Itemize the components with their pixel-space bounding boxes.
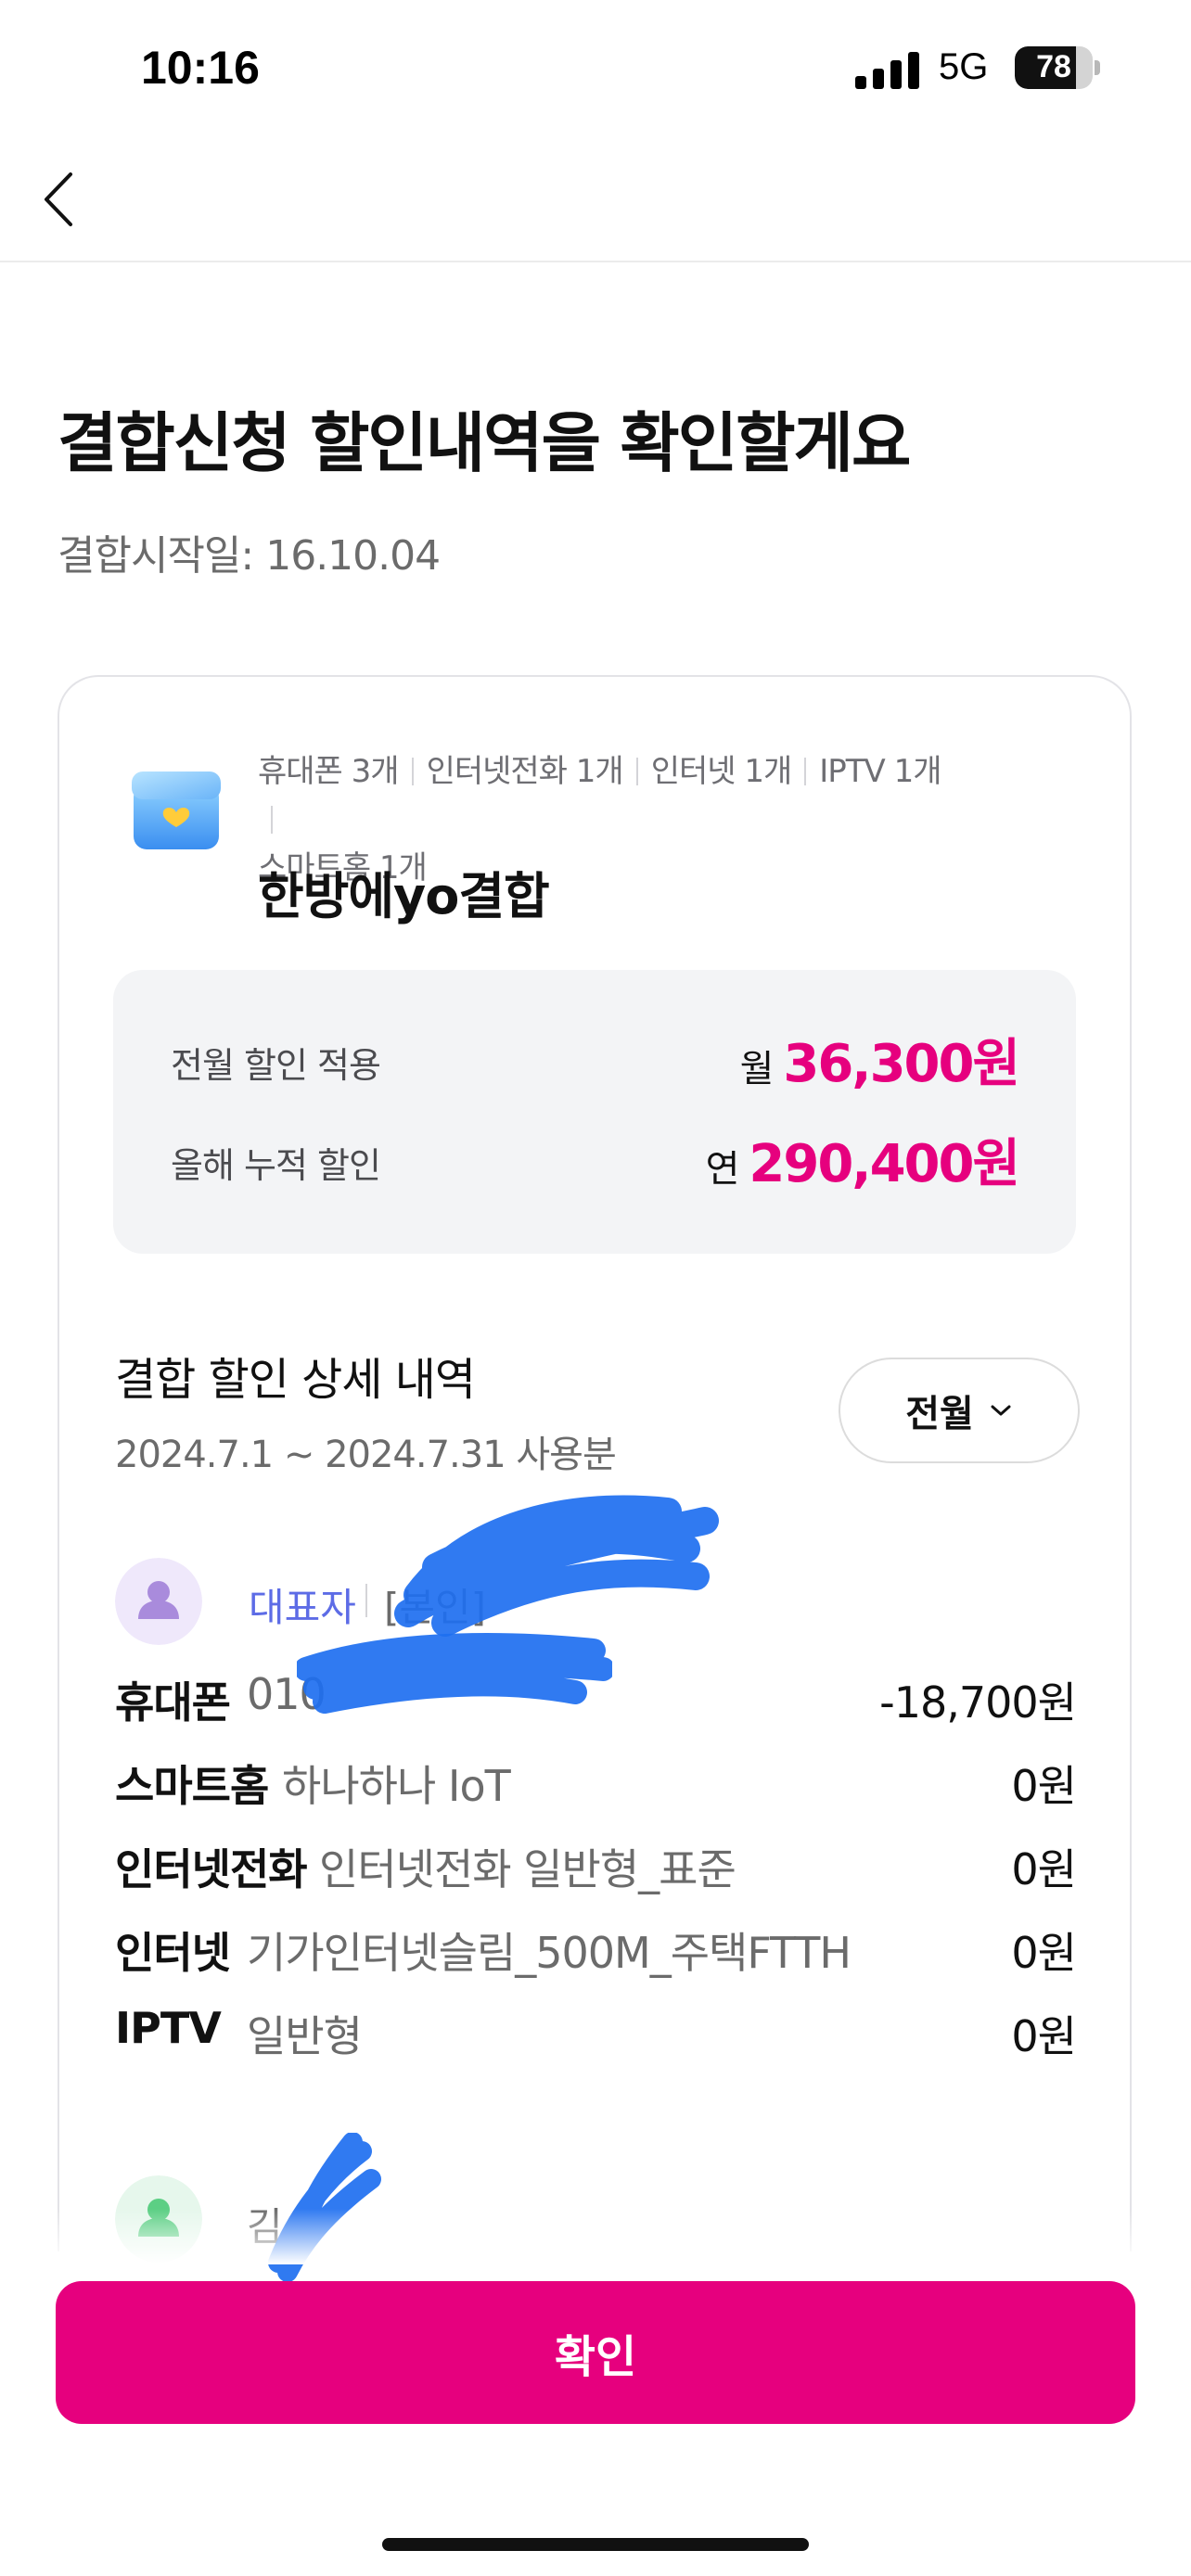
scroll-fade: [0, 2209, 1191, 2264]
chip-divider: [635, 758, 638, 785]
product-chip: 인터넷전화 1개: [426, 753, 624, 790]
chip-divider: [271, 806, 273, 834]
row-plan-iptv: 일반형: [247, 2011, 363, 2061]
cellular-signal-icon: [855, 52, 919, 89]
month-select-button[interactable]: 전월: [839, 1358, 1080, 1463]
row-plan-smarthome: 하나하나 IoT: [282, 1761, 511, 1811]
row-amount-internet: 0원: [1011, 1928, 1077, 1978]
row-label-phone: 휴대폰: [115, 1677, 231, 1728]
product-chip: 휴대폰 3개: [258, 753, 400, 790]
battery-icon: 78: [1015, 46, 1100, 91]
product-chip: 인터넷 1개: [650, 753, 793, 790]
monthly-discount-amount: 36,300원: [783, 1034, 1020, 1094]
status-time: 10:16: [141, 42, 260, 94]
battery-level: 78: [1036, 49, 1071, 84]
yearly-discount-amount: 290,400원: [749, 1134, 1020, 1194]
row-amount-iptv: 0원: [1011, 2011, 1077, 2061]
gift-box-icon: [132, 772, 221, 849]
member-relation: [본인]: [384, 1585, 487, 1630]
row-plan-internet-phone: 인터넷전화 일반형_표준: [319, 1844, 736, 1894]
yearly-prefix: 연: [705, 1148, 740, 1191]
monthly-discount-label: 전월 할인 적용: [171, 1045, 381, 1086]
row-amount-internet-phone: 0원: [1011, 1844, 1077, 1894]
detail-section-title: 결합 할인 상세 내역: [115, 1354, 476, 1406]
home-indicator[interactable]: [382, 2538, 809, 2551]
confirm-button[interactable]: 확인: [56, 2281, 1135, 2424]
monthly-prefix: 월: [739, 1048, 775, 1090]
product-chip: IPTV 1개: [819, 753, 941, 790]
network-type: 5G: [939, 46, 989, 87]
page-title: 결합신청 할인내역을 확인할게요: [58, 405, 911, 481]
row-plan-phone: 010: [247, 1669, 327, 1719]
row-amount-phone: -18,700원: [879, 1677, 1077, 1728]
row-label-internet: 인터넷: [115, 1928, 231, 1978]
combo-plan-name: 한방에yo결합: [258, 867, 550, 925]
member-role: 대표자: [249, 1585, 356, 1630]
row-label-iptv: IPTV: [115, 2003, 222, 2053]
usage-period: 2024.7.1 ~ 2024.7.31 사용분: [115, 1434, 617, 1476]
monthly-discount: 월 36,300원: [739, 1022, 1020, 1097]
back-button[interactable]: [37, 167, 83, 232]
row-label-smarthome: 스마트홈: [115, 1761, 269, 1811]
header-divider: [0, 261, 1191, 262]
month-select-label: 전월: [905, 1393, 974, 1435]
row-plan-internet: 기가인터넷슬림_500M_주택FTTH: [247, 1928, 852, 1978]
combo-start-date: 결합시작일: 16.10.04: [58, 532, 441, 580]
discount-summary: 전월 할인 적용 월 36,300원 올해 누적 할인 연 290,400원: [113, 970, 1076, 1254]
chevron-down-icon: [991, 1405, 1011, 1416]
chip-divider: [804, 758, 807, 785]
chip-divider: [411, 758, 414, 785]
representative-avatar: [115, 1558, 202, 1645]
yearly-discount: 연 290,400원: [705, 1122, 1020, 1197]
role-divider: [365, 1584, 367, 1617]
yearly-discount-label: 올해 누적 할인: [171, 1145, 381, 1186]
row-amount-smarthome: 0원: [1011, 1761, 1077, 1811]
row-label-internet-phone: 인터넷전화: [115, 1844, 308, 1894]
